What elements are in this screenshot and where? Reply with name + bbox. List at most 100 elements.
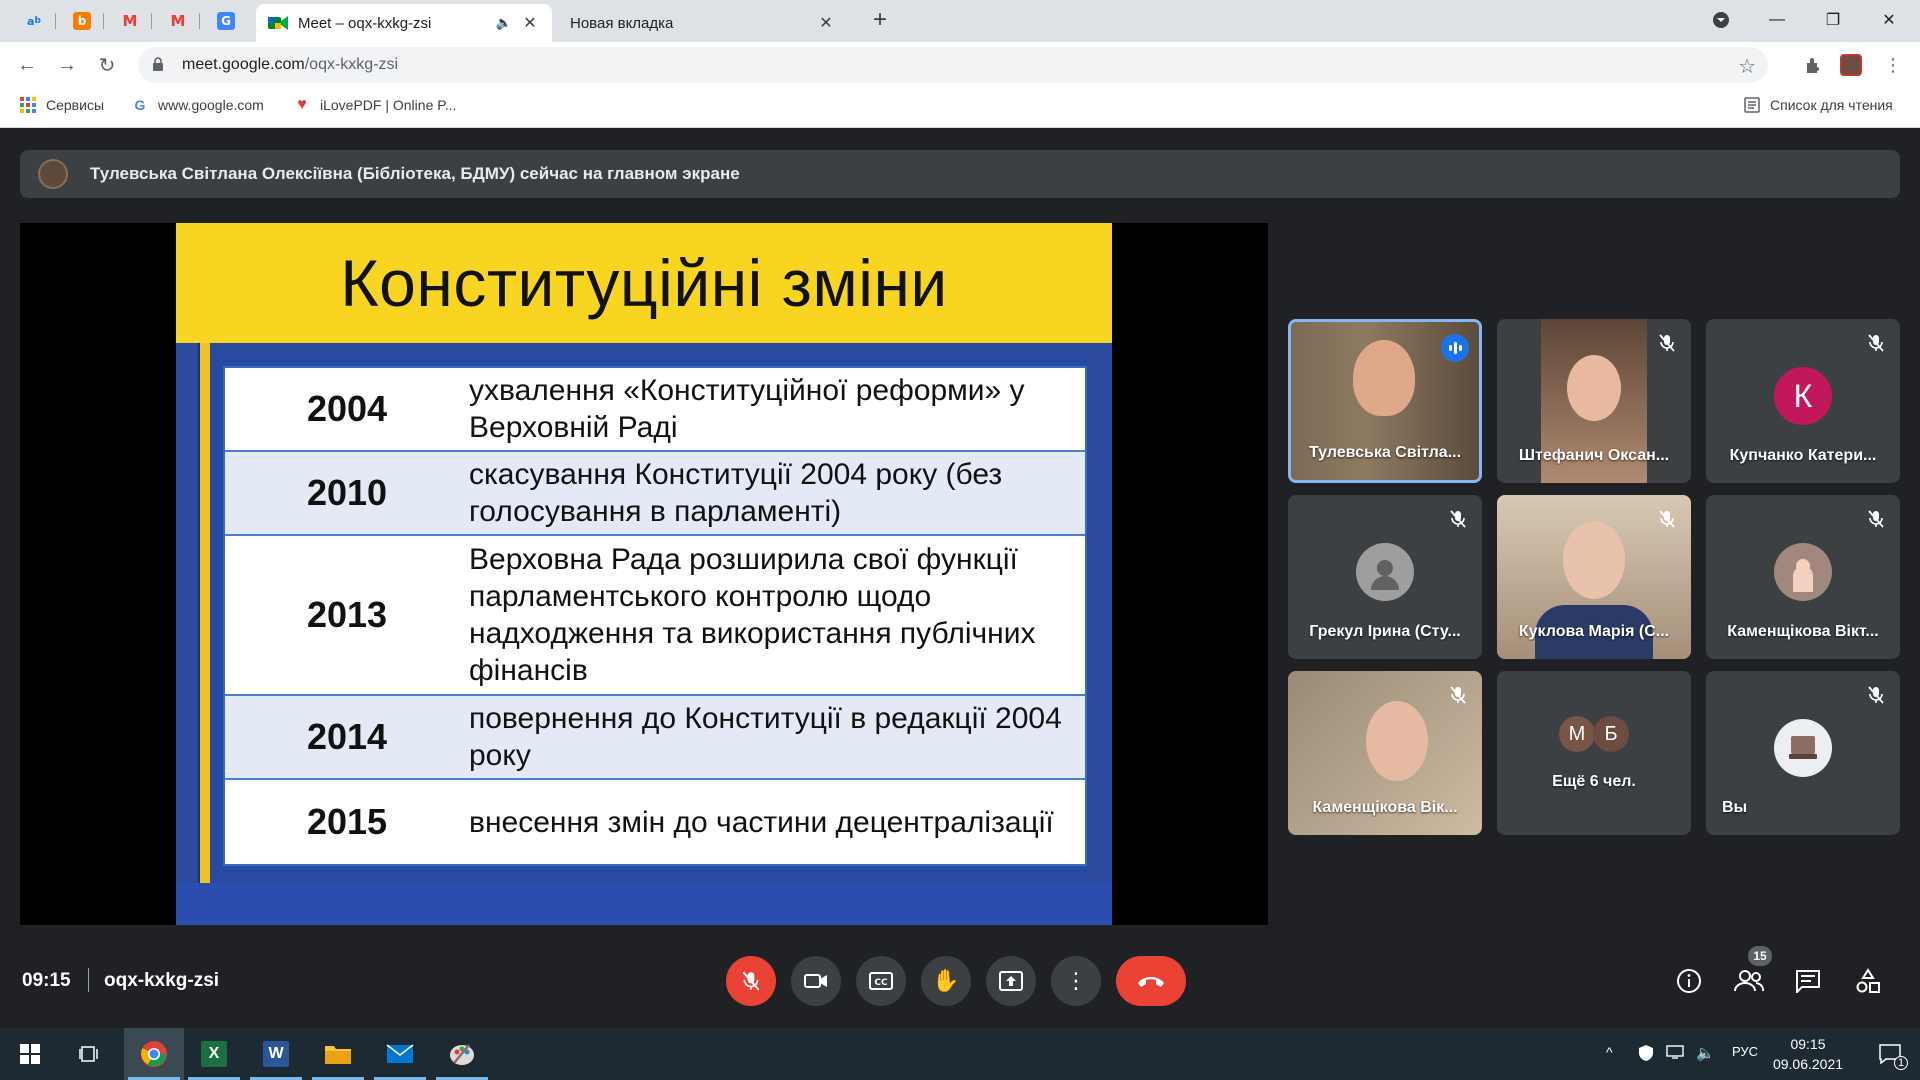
- taskbar-paint[interactable]: [432, 1028, 492, 1080]
- presenter-avatar: [38, 159, 68, 189]
- chrome-menu-icon[interactable]: ⋮: [1880, 52, 1906, 78]
- leave-call-button[interactable]: [1116, 956, 1186, 1006]
- avatar: К: [1774, 367, 1832, 425]
- pinned-tab-blogger[interactable]: b: [60, 5, 104, 37]
- hand-icon: ✋: [932, 968, 960, 993]
- restore-icon: ❐: [1825, 12, 1841, 29]
- speaker-icon[interactable]: 🔈: [496, 15, 512, 31]
- participant-face: [1353, 340, 1415, 416]
- meeting-code[interactable]: oqx-kxkg-zsi: [104, 970, 219, 992]
- url-text: meet.google.com/oqx-kxkg-zsi: [182, 56, 398, 74]
- extensions-icon[interactable]: [1800, 52, 1826, 78]
- heart-icon: ♥: [297, 96, 307, 113]
- minimize-button[interactable]: —: [1754, 0, 1800, 40]
- participant-tile[interactable]: Каменщікова Вік...: [1288, 671, 1482, 835]
- hangup-icon: [1138, 977, 1164, 987]
- description-cell: ухвалення «Конституційної реформи» у Вер…: [469, 374, 1025, 444]
- banner-text: Тулевська Світлана Олексіївна (Бібліотек…: [90, 164, 740, 183]
- back-button[interactable]: ←: [12, 50, 42, 80]
- reading-list-button[interactable]: Список для чтения: [1744, 97, 1893, 113]
- google-icon: G: [134, 97, 146, 113]
- participant-tile[interactable]: Тулевська Світла...: [1288, 319, 1482, 483]
- mic-off-icon: [1659, 510, 1675, 528]
- bookmark-ilovepdf[interactable]: ♥ iLovePDF | Online P...: [294, 96, 456, 113]
- pinned-tab-gmail[interactable]: M: [108, 5, 152, 37]
- paint-icon: [450, 1044, 474, 1065]
- taskbar-chrome[interactable]: [124, 1028, 184, 1080]
- reload-button[interactable]: ↻: [92, 50, 122, 80]
- self-tile[interactable]: Вы: [1706, 671, 1900, 835]
- input-language[interactable]: РУС: [1732, 1044, 1758, 1059]
- action-center-button[interactable]: 1: [1860, 1028, 1920, 1080]
- camera-icon: [804, 974, 827, 988]
- captions-button[interactable]: CC: [856, 956, 906, 1006]
- photo-avatar-icon: [1371, 560, 1399, 590]
- activities-icon: [1856, 968, 1880, 993]
- speaking-indicator-icon: [1441, 334, 1469, 362]
- volume-icon[interactable]: 🔈: [1696, 1044, 1715, 1062]
- profile-avatar[interactable]: [1838, 52, 1864, 78]
- taskbar-explorer[interactable]: [308, 1028, 368, 1080]
- people-button[interactable]: [1734, 966, 1764, 996]
- apps-grid-icon: [20, 97, 36, 113]
- participant-tile[interactable]: Грекул Ірина (Сту...: [1288, 495, 1482, 659]
- mic-toggle-button[interactable]: [726, 956, 776, 1006]
- task-view-button[interactable]: [60, 1028, 120, 1080]
- taskbar-mail[interactable]: [370, 1028, 430, 1080]
- bookmark-services[interactable]: Сервисы: [20, 97, 104, 113]
- meeting-details-button[interactable]: [1674, 966, 1704, 996]
- security-tray-icon[interactable]: [1638, 1044, 1654, 1065]
- present-screen-button[interactable]: [986, 956, 1036, 1006]
- slide-bottom-band: [176, 883, 1112, 925]
- bookmark-google[interactable]: G www.google.com: [132, 97, 264, 113]
- tray-chevron-icon[interactable]: ^: [1606, 1044, 1613, 1060]
- camera-toggle-button[interactable]: [791, 956, 841, 1006]
- restore-button[interactable]: ❐: [1810, 0, 1856, 40]
- close-tab-icon[interactable]: ✕: [816, 13, 836, 33]
- taskbar-excel[interactable]: X: [184, 1028, 244, 1080]
- chat-button[interactable]: [1793, 966, 1823, 996]
- close-window-button[interactable]: ✕: [1866, 0, 1912, 40]
- url-host: meet.google.com: [182, 56, 305, 73]
- photo-avatar-icon: [1793, 559, 1813, 592]
- browser-tab-strip: ab b M M G Meet – oqx-kxkg-zsi 🔈 ✕ Новая…: [0, 0, 1920, 42]
- pinned-tab-translate[interactable]: ab: [12, 5, 56, 37]
- notification-count: 1: [1894, 1056, 1908, 1070]
- participant-tile[interactable]: Штефанич Оксан...: [1497, 319, 1691, 483]
- more-options-button[interactable]: ⋮: [1051, 956, 1101, 1006]
- presentation-slide: Конституційні зміни 2004 ухвалення «Конс…: [176, 223, 1112, 925]
- raise-hand-button[interactable]: ✋: [921, 956, 971, 1006]
- svg-text:CC: CC: [874, 978, 888, 988]
- forward-button[interactable]: →: [52, 50, 82, 80]
- participant-tile[interactable]: Каменщікова Вікт...: [1706, 495, 1900, 659]
- main-stage[interactable]: Конституційні зміни 2004 ухвалення «Конс…: [20, 223, 1268, 925]
- tab-new[interactable]: Новая вкладка ✕: [552, 4, 848, 42]
- network-icon[interactable]: [1666, 1044, 1684, 1063]
- new-tab-button[interactable]: +: [866, 6, 894, 34]
- tab-search-button[interactable]: [1698, 0, 1744, 40]
- activities-button[interactable]: [1853, 966, 1883, 996]
- bookmark-star-icon[interactable]: ☆: [1738, 54, 1756, 79]
- taskbar-clock[interactable]: 09:15 09.06.2021: [1762, 1034, 1854, 1074]
- close-tab-icon[interactable]: ✕: [520, 13, 540, 33]
- mic-off-icon: [1868, 510, 1884, 528]
- more-vert-icon: ⋮: [1065, 968, 1087, 993]
- participant-tile[interactable]: К Купчанко Катери...: [1706, 319, 1900, 483]
- start-button[interactable]: [0, 1028, 60, 1080]
- participant-tile[interactable]: Куклова Марія (С...: [1497, 495, 1691, 659]
- participant-name: Каменщікова Вікт...: [1727, 623, 1879, 640]
- participant-name: Штефанич Оксан...: [1518, 447, 1670, 464]
- more-participants-tile[interactable]: М Б Ещё 6 чел.: [1497, 671, 1691, 835]
- pinned-tab-google-translate[interactable]: G: [204, 5, 248, 37]
- pinned-tab-gmail-2[interactable]: M: [156, 5, 200, 37]
- google-translate-icon: G: [217, 12, 235, 30]
- mic-off-icon: [1450, 510, 1466, 528]
- participant-name: Вы: [1722, 799, 1748, 816]
- address-bar[interactable]: meet.google.com/oqx-kxkg-zsi ☆: [138, 47, 1768, 83]
- avatar: [1774, 543, 1832, 601]
- lock-icon: [152, 56, 166, 74]
- participant-name: Купчанко Катери...: [1729, 447, 1877, 464]
- taskbar-word[interactable]: W: [246, 1028, 306, 1080]
- slide-line: [198, 343, 200, 925]
- tab-meet[interactable]: Meet – oqx-kxkg-zsi 🔈 ✕: [256, 4, 552, 42]
